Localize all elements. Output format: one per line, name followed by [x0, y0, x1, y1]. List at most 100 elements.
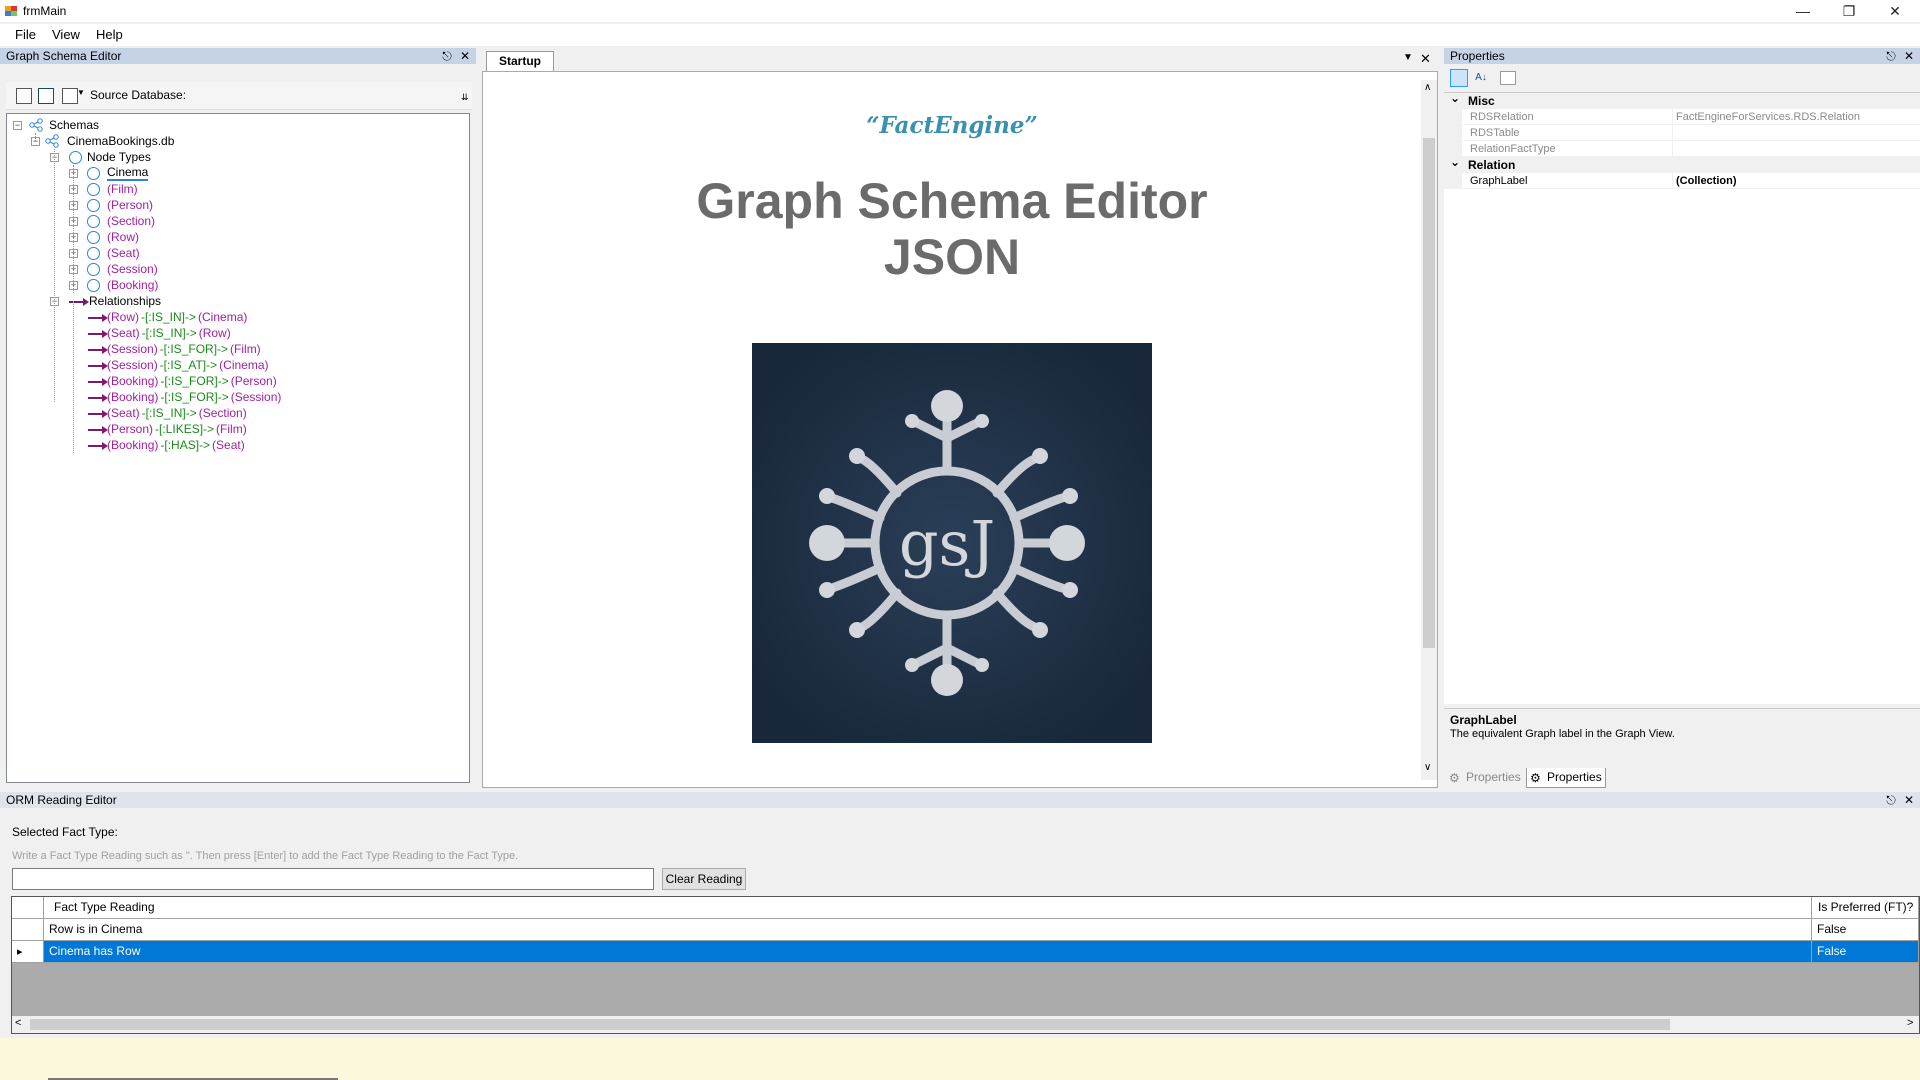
properties-header: Properties ⎋ ✕ — [1444, 48, 1920, 64]
save-icon[interactable] — [16, 88, 32, 104]
tree-relationships[interactable]: Relationships — [89, 293, 161, 309]
column-splitter[interactable] — [1672, 125, 1673, 141]
reading-grid[interactable]: Fact Type Reading Is Preferred (FT)? Row i… — [11, 896, 1920, 1034]
property-pages-icon[interactable] — [1500, 71, 1516, 85]
tree-node-type-item[interactable]: (Row) — [107, 229, 139, 245]
tree-relationship-item[interactable]: (Booking) -[:IS_FOR]-> (Person) — [107, 373, 277, 389]
rel-from: (Person) — [107, 422, 154, 436]
tree-relationship-item[interactable]: (Seat) -[:IS_IN]-> (Row) — [107, 325, 231, 341]
save-all-icon[interactable] — [38, 88, 54, 104]
property-row[interactable]: RelationFactType — [1444, 141, 1920, 157]
property-row[interactable]: RDSRelation FactEngineForServices.RDS.Rel… — [1444, 109, 1920, 125]
tree-line — [73, 301, 74, 453]
tree-relationship-item[interactable]: (Person) -[:LIKES]-> (Film) — [107, 421, 247, 437]
is-preferred-cell[interactable]: False — [1812, 941, 1919, 963]
minimize-icon[interactable]: — — [1780, 0, 1826, 22]
tree-node-types[interactable]: Node Types — [87, 149, 151, 165]
tree-node-type-item[interactable]: (Seat) — [107, 245, 140, 261]
menu-file[interactable]: File — [8, 27, 43, 45]
expander-icon[interactable]: − — [13, 121, 22, 130]
pin-icon[interactable]: ⎋ — [1884, 792, 1898, 808]
property-category[interactable]: ⌄ Relation — [1444, 154, 1920, 173]
rel-to: (Person) — [230, 374, 277, 388]
node-type-icon — [87, 199, 100, 212]
tree-relationship-item[interactable]: (Session) -[:IS_FOR]-> (Film) — [107, 341, 261, 357]
categorized-icon[interactable] — [1450, 69, 1468, 87]
tree-database[interactable]: CinemaBookings.db — [67, 133, 174, 149]
scroll-up-icon[interactable]: ∧ — [1424, 82, 1431, 93]
menu-help[interactable]: Help — [89, 27, 130, 45]
grid-horizontal-scrollbar[interactable]: < > — [12, 1016, 1919, 1033]
tree-node-type-item[interactable]: (Booking) — [107, 277, 158, 293]
scroll-thumb[interactable] — [1423, 138, 1435, 648]
list-dropdown-icon[interactable] — [62, 88, 78, 104]
property-value[interactable]: FactEngineForServices.RDS.Relation — [1676, 109, 1860, 125]
tab-startup[interactable]: Startup — [486, 51, 554, 71]
pin-icon[interactable]: ⎋ — [440, 48, 454, 64]
property-grid[interactable]: ⌄ Misc RDSRelation FactEngineForServices.RD… — [1444, 90, 1920, 704]
close-document-icon[interactable]: ✕ — [1420, 51, 1431, 67]
row-header[interactable]: ▸ — [12, 941, 44, 963]
close-panel-icon[interactable]: ✕ — [1902, 792, 1916, 808]
column-splitter[interactable] — [1672, 141, 1673, 157]
row-header[interactable] — [12, 919, 44, 941]
fact-type-reading-input[interactable] — [12, 868, 654, 890]
alphabetical-icon[interactable]: A↓ — [1472, 69, 1490, 87]
description-text: The equivalent Graph label in the Graph … — [1450, 728, 1675, 740]
is-preferred-cell[interactable]: False — [1812, 919, 1919, 941]
column-splitter[interactable] — [1672, 173, 1673, 189]
tree-node-type-item[interactable]: (Person) — [107, 197, 153, 213]
reading-cell[interactable]: Row is in Cinema — [44, 919, 1812, 941]
collapse-icon[interactable]: ⌄ — [1450, 154, 1460, 170]
tree-root-schemas[interactable]: Schemas — [49, 117, 99, 133]
menu-bar: File View Help — [0, 24, 1920, 46]
rel-to: (Cinema) — [198, 310, 248, 324]
tree-relationship-item[interactable]: (Seat) -[:IS_IN]-> (Section) — [107, 405, 247, 421]
clear-reading-button[interactable]: Clear Reading — [662, 868, 746, 890]
scroll-down-icon[interactable]: ∨ — [1424, 762, 1431, 773]
close-window-icon[interactable]: ✕ — [1872, 0, 1918, 22]
pin-icon[interactable]: ⎋ — [1884, 48, 1898, 64]
rel-type: -[:IS_FOR]-> — [159, 342, 229, 356]
collapse-icon[interactable]: ⌄ — [1450, 90, 1460, 106]
tab-properties-1[interactable]: ⚙ Properties — [1446, 768, 1526, 788]
property-value[interactable]: (Collection) — [1676, 173, 1737, 189]
tree-relationship-item[interactable]: (Session) -[:IS_AT]-> (Cinema) — [107, 357, 269, 373]
tree-node-type-item[interactable]: (Film) — [107, 181, 138, 197]
page-title-line1: Graph Schema Editor — [696, 173, 1208, 229]
property-category[interactable]: ⌄ Misc — [1444, 90, 1920, 109]
tree-node-type-item[interactable]: (Session) — [107, 261, 158, 277]
menu-view[interactable]: View — [45, 27, 87, 45]
property-row[interactable]: GraphLabel (Collection) — [1444, 173, 1920, 189]
scroll-thumb[interactable] — [30, 1019, 1670, 1030]
tree-relationship-item[interactable]: (Booking) -[:IS_FOR]-> (Session) — [107, 389, 281, 405]
column-header[interactable]: Fact Type Reading — [44, 897, 1812, 919]
property-row[interactable]: RDSTable — [1444, 125, 1920, 141]
close-panel-icon[interactable]: ✕ — [458, 48, 472, 64]
reading-cell[interactable]: Cinema has Row — [44, 941, 1812, 963]
tab-properties-2[interactable]: ⚙ Properties — [1526, 768, 1606, 788]
gear-icon: ⚙ — [1530, 771, 1541, 785]
schema-tree[interactable]: − Schemas − CinemaBookings.db − Node Types + Ci… — [6, 113, 470, 783]
relationship-arrow-icon — [69, 298, 89, 306]
column-splitter[interactable] — [1672, 109, 1673, 125]
tree-relationship-item[interactable]: (Booking) -[:HAS]-> (Seat) — [107, 437, 245, 453]
tab-dropdown-icon[interactable]: ▼ — [1403, 52, 1413, 63]
rel-from: (Seat) — [107, 406, 140, 420]
column-header[interactable]: Is Preferred (FT)? — [1812, 897, 1919, 919]
overflow-icon[interactable]: ⇊ — [461, 92, 469, 103]
tree-relationship-item[interactable]: (Row) -[:IS_IN]-> (Cinema) — [107, 309, 247, 325]
tree-node-type-item[interactable]: (Section) — [107, 213, 155, 229]
rel-type: -[:IS_FOR]-> — [160, 374, 229, 388]
property-name: RelationFactType — [1470, 143, 1556, 155]
scroll-left-icon[interactable]: < — [15, 1017, 21, 1029]
row-gutter — [1444, 173, 1462, 189]
row-gutter — [1444, 109, 1462, 125]
chevron-down-icon[interactable]: ▼ — [77, 88, 85, 97]
scroll-right-icon[interactable]: > — [1907, 1017, 1913, 1029]
close-panel-icon[interactable]: ✕ — [1902, 48, 1916, 64]
page-title-line2: JSON — [883, 229, 1021, 285]
document-tabstrip: ▼ ✕ — [482, 48, 1438, 70]
tree-node-type-item[interactable]: Cinema — [107, 165, 149, 181]
restore-icon[interactable]: ❐ — [1826, 0, 1872, 22]
